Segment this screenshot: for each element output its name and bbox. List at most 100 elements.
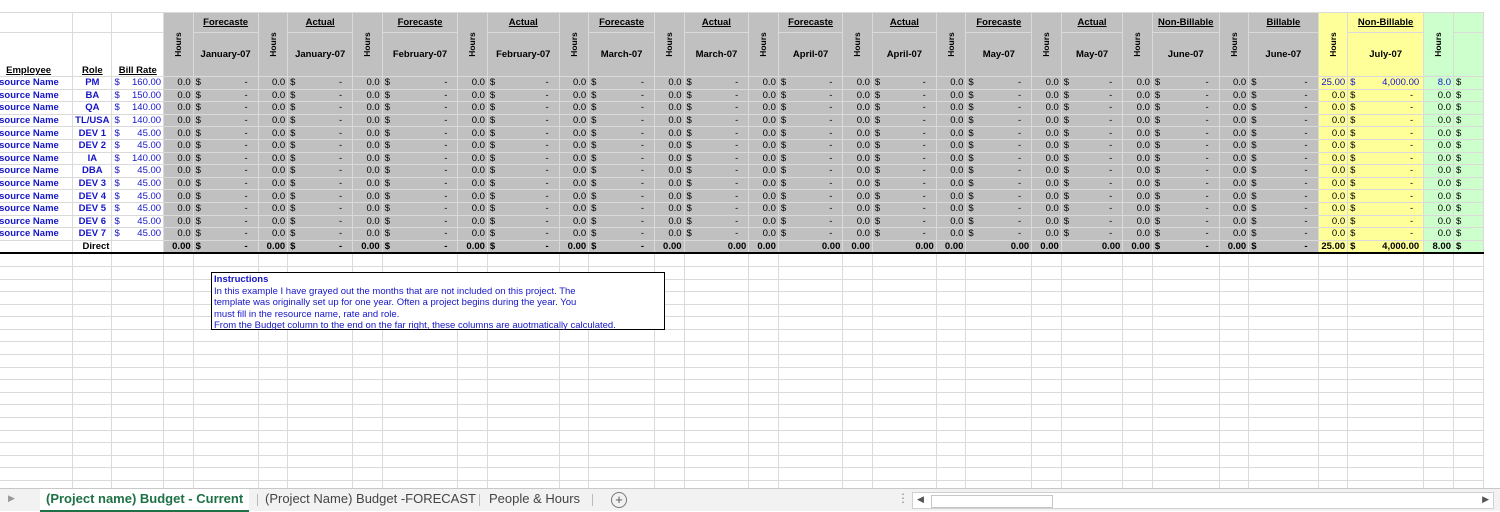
amount-cell[interactable]: $ - — [1151, 101, 1220, 115]
amount-cell[interactable]: $ - — [588, 88, 655, 103]
hours-cell[interactable]: 0.0 — [163, 227, 194, 241]
bill-rate-cell[interactable]: $150.00 — [111, 88, 165, 103]
cell[interactable] — [111, 480, 165, 488]
amount-cell[interactable]: $ - — [381, 176, 459, 191]
cell[interactable] — [1347, 341, 1425, 356]
cell[interactable] — [163, 429, 194, 444]
cell[interactable] — [1151, 316, 1220, 330]
hours-cell[interactable]: 0.0 — [1218, 214, 1250, 229]
cell[interactable] — [0, 341, 74, 356]
hours-cell[interactable]: 0.0 — [935, 76, 967, 90]
hours-cell[interactable]: 0.0 — [1031, 164, 1062, 178]
cell[interactable] — [1031, 417, 1062, 431]
total-amount-cell[interactable]: $ - — [192, 239, 259, 255]
cell[interactable] — [72, 467, 113, 481]
amount-cell[interactable]: $ - — [192, 138, 259, 153]
cell[interactable] — [257, 467, 289, 481]
cell[interactable] — [192, 341, 259, 356]
hours-cell[interactable]: 0.0 — [257, 164, 289, 178]
cell[interactable] — [1151, 429, 1220, 444]
hours-cell[interactable]: 0.0 — [163, 164, 194, 178]
cell[interactable] — [0, 429, 74, 444]
cell[interactable] — [1347, 316, 1425, 330]
cell[interactable] — [842, 429, 873, 444]
cell[interactable] — [1218, 379, 1250, 393]
cell[interactable] — [1347, 391, 1425, 406]
amount-cell[interactable]: $ - — [777, 227, 844, 241]
cell[interactable] — [842, 442, 873, 456]
amount-cell[interactable]: $ - — [287, 189, 354, 203]
hours-cell[interactable]: 0.0 — [1031, 214, 1062, 229]
cell[interactable] — [1347, 442, 1425, 456]
cell[interactable] — [457, 417, 488, 431]
hours-cell[interactable]: 25.00 — [1317, 76, 1349, 90]
hours-header-cell[interactable]: Hours — [257, 12, 289, 77]
cell[interactable] — [1347, 252, 1425, 267]
cell[interactable] — [163, 303, 194, 318]
cell[interactable] — [163, 291, 194, 305]
hours-cell[interactable]: 0.0 — [1317, 126, 1349, 140]
cell[interactable] — [1452, 316, 1485, 330]
month-header[interactable]: February-07 — [486, 32, 560, 77]
employee-name-cell[interactable]: Resource Name — [0, 227, 74, 241]
cell[interactable] — [192, 454, 259, 469]
total-amount-cell[interactable]: $ - — [1248, 239, 1319, 255]
cell[interactable] — [486, 366, 560, 381]
scroll-right-icon[interactable]: ▶ — [1482, 494, 1489, 505]
cell[interactable] — [683, 417, 750, 431]
amount-cell[interactable]: $ - — [1151, 113, 1220, 128]
cell[interactable] — [457, 454, 488, 469]
cell[interactable] — [1122, 379, 1153, 393]
amount-cell[interactable]: $ - — [871, 151, 937, 166]
cell[interactable] — [1218, 366, 1250, 381]
amount-cell[interactable]: $ - — [1248, 189, 1319, 203]
employee-name-cell[interactable]: Resource Name — [0, 76, 74, 90]
cell[interactable] — [748, 366, 779, 381]
hours-cell[interactable]: 0.0 — [935, 101, 967, 115]
cell[interactable] — [1452, 32, 1485, 77]
amount-cell[interactable]: $ - — [1151, 164, 1220, 178]
column-type-header[interactable]: Actual — [1060, 12, 1124, 33]
hours-cell[interactable]: 0.0 — [163, 126, 194, 140]
cell[interactable] — [842, 303, 873, 318]
cell[interactable] — [352, 379, 383, 393]
cell[interactable] — [1317, 467, 1349, 481]
employee-name-cell[interactable]: Resource Name — [0, 113, 74, 128]
cell[interactable] — [1347, 467, 1425, 481]
total-amount-cell[interactable]: 0.00 — [777, 239, 844, 255]
hours-header-cell[interactable]: Hours — [558, 12, 590, 77]
hours-cell[interactable]: 0.0 — [935, 214, 967, 229]
role-cell[interactable]: DEV 2 — [72, 138, 113, 153]
cell[interactable] — [965, 303, 1033, 318]
cell[interactable] — [381, 467, 459, 481]
cell[interactable] — [842, 341, 873, 356]
cell[interactable] — [1151, 417, 1220, 431]
cell[interactable] — [748, 454, 779, 469]
hours-header-cell[interactable]: Hours — [653, 12, 685, 77]
amount-cell[interactable]: $ - — [588, 76, 655, 90]
cell[interactable] — [1122, 366, 1153, 381]
cell[interactable] — [777, 291, 844, 305]
cell[interactable] — [287, 480, 354, 488]
cell[interactable] — [1317, 391, 1349, 406]
cell[interactable] — [748, 328, 779, 343]
hours-cell[interactable]: 0.0 — [1122, 189, 1153, 203]
cell[interactable] — [1218, 303, 1250, 318]
role-cell[interactable]: DEV 6 — [72, 214, 113, 229]
month-header[interactable]: January-07 — [192, 32, 259, 77]
cell[interactable] — [163, 379, 194, 393]
cell[interactable] — [457, 391, 488, 406]
cell[interactable] — [111, 391, 165, 406]
cell[interactable] — [72, 354, 113, 368]
column-type-header[interactable]: Forecaste — [588, 12, 655, 33]
hours-cell[interactable]: 0.0 — [748, 88, 779, 103]
hours-cell[interactable]: 0.0 — [163, 113, 194, 128]
amount-cell[interactable]: $ - — [1060, 113, 1124, 128]
cell[interactable] — [1151, 328, 1220, 343]
cell[interactable] — [1122, 480, 1153, 488]
cell[interactable] — [287, 341, 354, 356]
column-type-header[interactable]: Forecaste — [965, 12, 1033, 33]
cell[interactable] — [1452, 417, 1485, 431]
hours-cell[interactable]: 0.0 — [352, 201, 383, 216]
hours-header-cell[interactable]: Hours — [1317, 12, 1349, 77]
